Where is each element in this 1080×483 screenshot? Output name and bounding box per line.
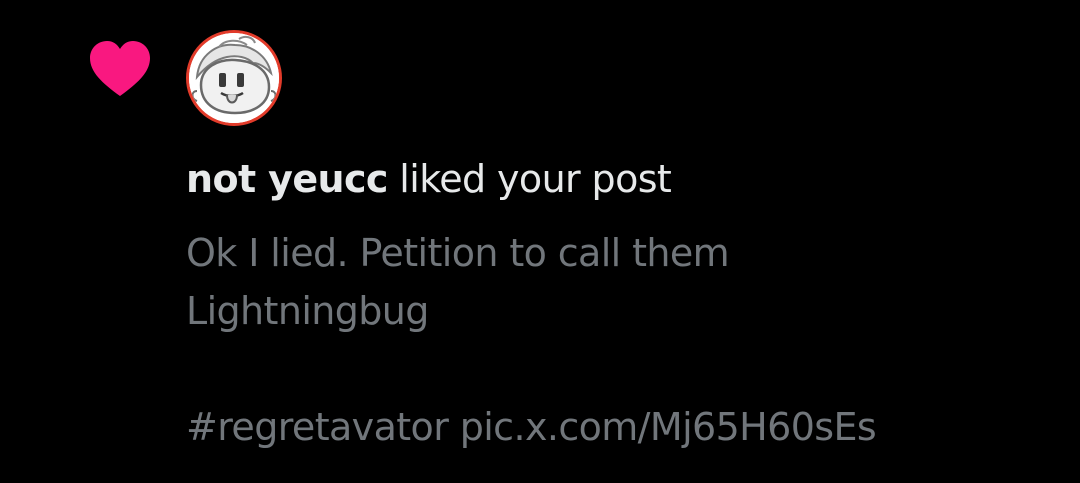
heart-icon	[88, 40, 152, 98]
post-text-line: Ok I lied. Petition to call them	[186, 231, 730, 275]
post-text-line: Lightningbug	[186, 289, 429, 333]
post-text-spacer	[186, 340, 1046, 398]
action-text: liked your post	[387, 157, 672, 201]
notification-headline: not yeucc liked your post	[186, 153, 672, 205]
avatar-icon	[189, 33, 279, 123]
like-notification[interactable]: not yeucc liked your post Ok I lied. Pet…	[0, 0, 1080, 483]
avatar[interactable]	[186, 30, 282, 126]
user-display-name[interactable]: not yeucc	[186, 157, 388, 201]
post-text-line: #regretavator pic.x.com/Mj65H60sEs	[186, 405, 877, 449]
post-preview-text[interactable]: Ok I lied. Petition to call them Lightni…	[186, 224, 1046, 456]
